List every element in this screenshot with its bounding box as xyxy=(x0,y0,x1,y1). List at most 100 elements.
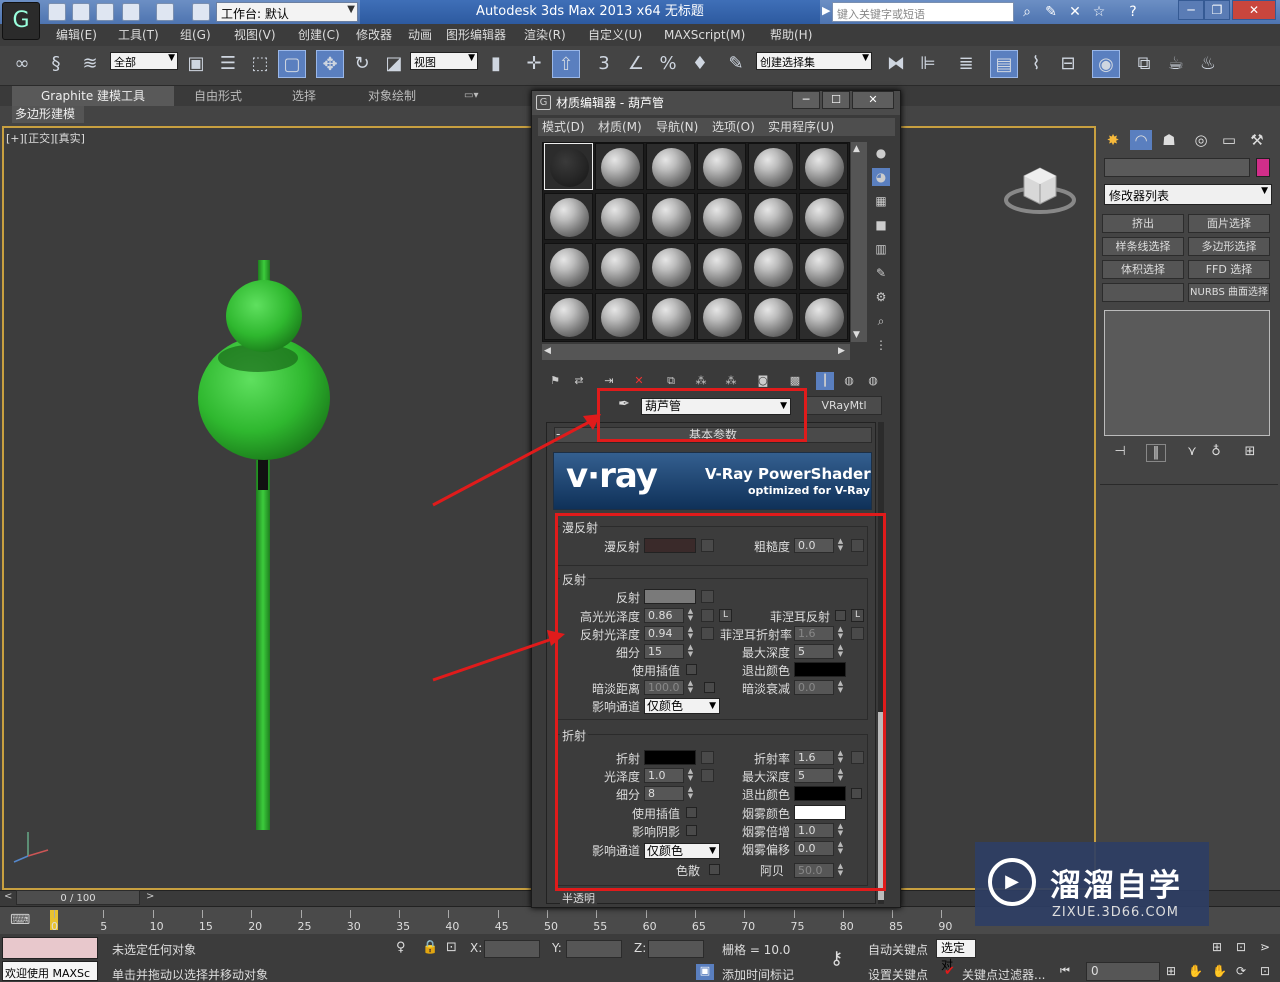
spline-select-button[interactable]: 样条线选择 xyxy=(1102,237,1184,256)
x-coord-field[interactable] xyxy=(484,940,540,958)
zoom-extents-icon[interactable]: ⊞ xyxy=(1212,940,1222,954)
help-icon[interactable]: ? xyxy=(1124,3,1142,21)
video-color-check-icon[interactable]: ▥ xyxy=(872,240,890,258)
minimize-button[interactable]: ─ xyxy=(1178,0,1204,20)
object-color-swatch[interactable] xyxy=(1256,158,1270,177)
select-manipulate-icon[interactable]: ✛ xyxy=(520,50,548,78)
remove-modifier-icon[interactable]: ♁ xyxy=(1206,444,1226,462)
key-icon[interactable]: ⚷ xyxy=(830,948,843,969)
material-sample-slot[interactable] xyxy=(697,143,746,190)
isolate-icon[interactable]: ♀ xyxy=(396,940,406,955)
extrude-button[interactable]: 挤出 xyxy=(1102,214,1184,233)
align-icon[interactable]: ⊫ xyxy=(914,50,942,78)
empty-modifier-button[interactable] xyxy=(1102,283,1184,302)
schematic-view-icon[interactable]: ⊟ xyxy=(1054,50,1082,78)
show-end-result-mat-icon[interactable]: ┃ xyxy=(816,372,834,390)
material-editor-icon[interactable]: ◉ xyxy=(1092,50,1120,78)
sample-slots-vscroll[interactable] xyxy=(851,142,867,342)
poly-select-button[interactable]: 多边形选择 xyxy=(1188,237,1270,256)
material-sample-slot[interactable] xyxy=(748,143,797,190)
material-sample-slot[interactable] xyxy=(799,293,848,340)
options-icon[interactable]: ⚙ xyxy=(872,288,890,306)
communication-icon[interactable]: ✕ xyxy=(1066,3,1084,21)
project-folder-icon[interactable] xyxy=(192,3,210,21)
material-sample-slot[interactable] xyxy=(595,293,644,340)
put-material-icon[interactable]: ⇄ xyxy=(570,372,588,390)
background-icon[interactable]: ▦ xyxy=(872,192,890,210)
maximize-viewport-icon[interactable]: ⊡ xyxy=(1260,964,1270,978)
time-slider-thumb[interactable]: 0 / 100 xyxy=(16,890,140,905)
time-config-icon[interactable]: ⊞ xyxy=(1166,964,1176,978)
lock-selection-icon[interactable]: 🔒 xyxy=(422,940,438,955)
material-sample-slot[interactable] xyxy=(544,293,593,340)
render-setup-icon[interactable]: ⧉ xyxy=(1130,50,1158,78)
pan-icon[interactable]: ✋ xyxy=(1188,964,1203,978)
sample-uv-tiling-icon[interactable]: ■ xyxy=(872,216,890,234)
angle-snap-icon[interactable]: ∠ xyxy=(622,50,650,78)
material-type-button[interactable]: VRayMtl xyxy=(806,396,882,415)
material-sample-slot[interactable] xyxy=(799,143,848,190)
restore-button[interactable]: ❐ xyxy=(1204,0,1230,20)
selected-dropdown[interactable]: 选定对 xyxy=(936,939,976,972)
me-minimize-button[interactable]: ─ xyxy=(792,91,820,109)
orbit-icon[interactable]: ✋ xyxy=(1212,964,1227,978)
me-menu-modes[interactable]: 模式(D) xyxy=(542,118,585,136)
object-name-field[interactable] xyxy=(1104,158,1250,177)
select-rotate-icon[interactable]: ↻ xyxy=(348,50,376,78)
render-production-icon[interactable]: ♨ xyxy=(1194,50,1222,78)
save-file-icon[interactable] xyxy=(96,3,114,21)
menu-rendering[interactable]: 渲染(R) xyxy=(524,24,566,46)
go-to-start-icon[interactable]: ⏮ xyxy=(1060,964,1070,978)
rectangle-selection-icon[interactable]: ⬚ xyxy=(246,50,274,78)
select-scale-icon[interactable]: ◪ xyxy=(380,50,408,78)
named-selection-dropdown[interactable]: 创建选择集 ▼ xyxy=(756,52,872,70)
material-sample-slot[interactable] xyxy=(697,193,746,240)
utilities-tab-icon[interactable]: ⚒ xyxy=(1246,130,1268,150)
key-filters-button[interactable]: 关键点过滤器... xyxy=(962,966,1045,982)
slider-right-arrow-icon[interactable]: > xyxy=(146,891,154,902)
sample-slots-hscroll[interactable] xyxy=(542,344,850,360)
show-end-result-icon[interactable]: ‖ xyxy=(1146,444,1166,462)
me-menu-utilities[interactable]: 实用程序(U) xyxy=(768,118,834,136)
display-tab-icon[interactable]: ▭ xyxy=(1218,130,1240,150)
reference-coord-dropdown[interactable]: 视图 ▼ xyxy=(410,52,478,70)
modify-tab-icon[interactable]: ◠ xyxy=(1130,130,1152,150)
unlink-icon[interactable]: § xyxy=(42,50,70,78)
y-coord-field[interactable] xyxy=(566,940,622,958)
menu-help[interactable]: 帮助(H) xyxy=(770,24,812,46)
new-file-icon[interactable] xyxy=(48,3,66,21)
maxscript-listener[interactable]: 欢迎使用 MAXSc xyxy=(2,961,98,981)
me-menu-navigation[interactable]: 导航(N) xyxy=(656,118,698,136)
menu-views[interactable]: 视图(V) xyxy=(234,24,276,46)
app-logo-button[interactable]: G xyxy=(2,2,40,40)
ffd-select-button[interactable]: FFD 选择 xyxy=(1188,260,1270,279)
ribbon-tab-graphite[interactable]: Graphite 建模工具 xyxy=(12,86,174,106)
zoom-region-icon[interactable]: ⊡ xyxy=(1236,940,1246,954)
material-sample-slot[interactable] xyxy=(748,193,797,240)
sample-type-icon[interactable]: ● xyxy=(872,144,890,162)
material-sample-slot[interactable] xyxy=(544,243,593,290)
snaps-toggle-icon[interactable]: 3 xyxy=(590,50,618,78)
undo-icon[interactable] xyxy=(122,3,140,21)
volume-select-button[interactable]: 体积选择 xyxy=(1102,260,1184,279)
menu-group[interactable]: 组(G) xyxy=(180,24,211,46)
material-sample-slot[interactable] xyxy=(544,193,593,240)
gourd-model[interactable] xyxy=(180,250,350,840)
orbit-subobject-icon[interactable]: ⟳ xyxy=(1236,964,1246,978)
search-input[interactable]: 键入关键字或短语 xyxy=(832,2,1014,22)
ribbon-options-icon[interactable]: ▭▾ xyxy=(464,86,478,106)
spinner-snap-icon[interactable]: ♦ xyxy=(686,50,714,78)
material-sample-slot[interactable] xyxy=(544,143,593,190)
backlight-icon[interactable]: ◕ xyxy=(872,168,890,186)
material-sample-slot[interactable] xyxy=(595,243,644,290)
favorites-star-icon[interactable]: ☆ xyxy=(1090,3,1108,21)
open-file-icon[interactable] xyxy=(72,3,90,21)
material-map-navigator-icon[interactable]: ⋮ xyxy=(872,336,890,354)
material-sample-slot[interactable] xyxy=(748,293,797,340)
scroll-up-icon[interactable]: ▲ xyxy=(853,144,860,154)
curve-editor-icon[interactable]: ⌇ xyxy=(1022,50,1050,78)
fov-icon[interactable]: ⋗ xyxy=(1260,940,1270,954)
redo-icon[interactable] xyxy=(156,3,174,21)
mirror-icon[interactable]: ⧓ xyxy=(882,50,910,78)
layer-manager-icon[interactable]: ≣ xyxy=(952,50,980,78)
